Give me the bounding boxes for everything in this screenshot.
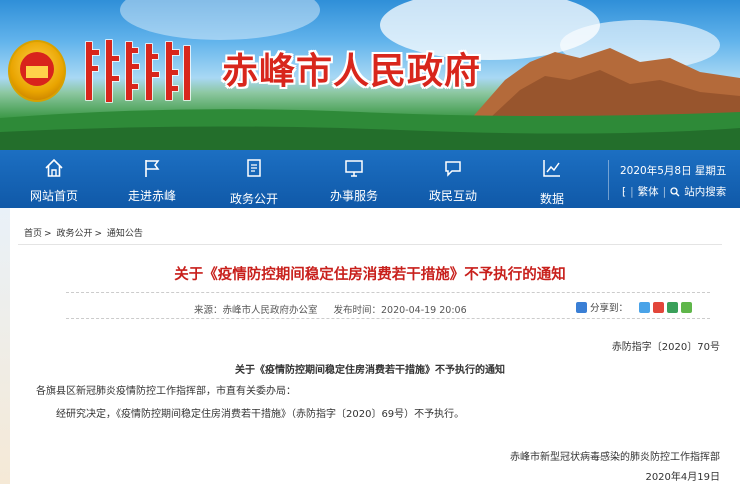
home-icon [45, 158, 63, 177]
friends-share-icon[interactable] [681, 301, 693, 313]
header-banner: 赤峰市人民政府 [0, 0, 740, 150]
tool-separator: | [630, 185, 634, 198]
nav-divider [608, 160, 609, 200]
nav-item-interaction[interactable]: 政民互动 [405, 150, 501, 208]
national-emblem [8, 40, 66, 102]
nav-item-label: 走进赤峰 [127, 189, 176, 203]
nav-item-about[interactable]: 走进赤峰 [104, 150, 200, 208]
nav-item-services[interactable]: 办事服务 [306, 150, 402, 208]
document-addressee: 各旗县区新冠肺炎疫情防控工作指挥部，市直有关委办局： [36, 386, 296, 397]
emblem-gate [26, 66, 48, 78]
traditional-chinese-link[interactable]: 繁体 [638, 184, 659, 199]
site-search-link[interactable]: 站内搜索 [684, 184, 726, 199]
signing-date: 2020年4月19日 [645, 472, 720, 483]
breadcrumb-separator: > [94, 229, 102, 239]
page-side-decoration [0, 208, 10, 484]
divider [66, 292, 710, 293]
document-icon [247, 159, 261, 177]
article-publish-time: 发布时间：2020-04-19 20:06 [333, 305, 467, 316]
divider [18, 244, 722, 245]
accessibility-icon[interactable]: ⁅ [622, 186, 626, 198]
nav-item-label: 网站首页 [29, 189, 78, 203]
main-navigation: 网站首页 走进赤峰 政务公开 办事服务 政民互动 数据 [0, 150, 740, 208]
document-heading: 关于《疫情防控期间稳定住房消费若干措施》不予执行的通知 [235, 365, 505, 376]
wechat-share-icon[interactable] [667, 301, 679, 313]
mongolian-script-logo [85, 39, 191, 103]
document-number: 赤防指字〔2020〕70号 [611, 342, 720, 353]
nav-item-label: 政民互动 [428, 189, 477, 203]
signing-organization: 赤峰市新型冠状病毒感染的肺炎防控工作指挥部 [510, 452, 720, 463]
share-plus-icon[interactable] [576, 301, 587, 313]
nav-item-open-government[interactable]: 政务公开 [206, 150, 302, 208]
share-label: 分享到： [590, 303, 629, 314]
flag-icon [145, 160, 160, 177]
share-bar: 分享到： [576, 300, 693, 314]
breadcrumb-home[interactable]: 首页 [24, 229, 42, 239]
nav-item-label: 政务公开 [229, 192, 278, 206]
nav-item-label: 数据 [539, 192, 564, 206]
breadcrumb-open-government[interactable]: 政务公开 [56, 229, 92, 239]
line-chart-icon [543, 160, 560, 177]
divider [66, 318, 710, 319]
nav-item-label: 办事服务 [329, 189, 378, 203]
breadcrumb-separator: > [44, 229, 52, 239]
monitor-icon [345, 160, 363, 177]
breadcrumb: 首页 > 政务公开 > 通知公告 [24, 226, 145, 239]
article-meta: 来源：赤峰市人民政府办公室 发布时间：2020-04-19 20:06 [194, 302, 467, 316]
weibo-share-icon[interactable] [653, 301, 665, 313]
article-source: 来源：赤峰市人民政府办公室 [194, 305, 318, 316]
tool-separator: | [662, 185, 667, 198]
site-title: 赤峰市人民政府 [222, 51, 482, 92]
nav-item-home[interactable]: 网站首页 [6, 150, 102, 208]
breadcrumb-notices[interactable]: 通知公告 [107, 229, 143, 239]
current-date: 2020年5月8日 星期五 [620, 165, 727, 177]
search-icon[interactable] [670, 186, 680, 197]
article-title: 关于《疫情防控期间稳定住房消费若干措施》不予执行的通知 [174, 267, 566, 283]
nav-item-data[interactable]: 数据 [504, 150, 600, 208]
document-body: 经研究决定，《疫情防控期间稳定住房消费若干措施》（赤防指字〔2020〕69号）不… [56, 409, 465, 420]
qzone-share-icon[interactable] [639, 301, 651, 313]
chat-bubble-icon [445, 161, 461, 177]
nav-tools: ⁅ | 繁体 | 站内搜索 [622, 184, 726, 199]
